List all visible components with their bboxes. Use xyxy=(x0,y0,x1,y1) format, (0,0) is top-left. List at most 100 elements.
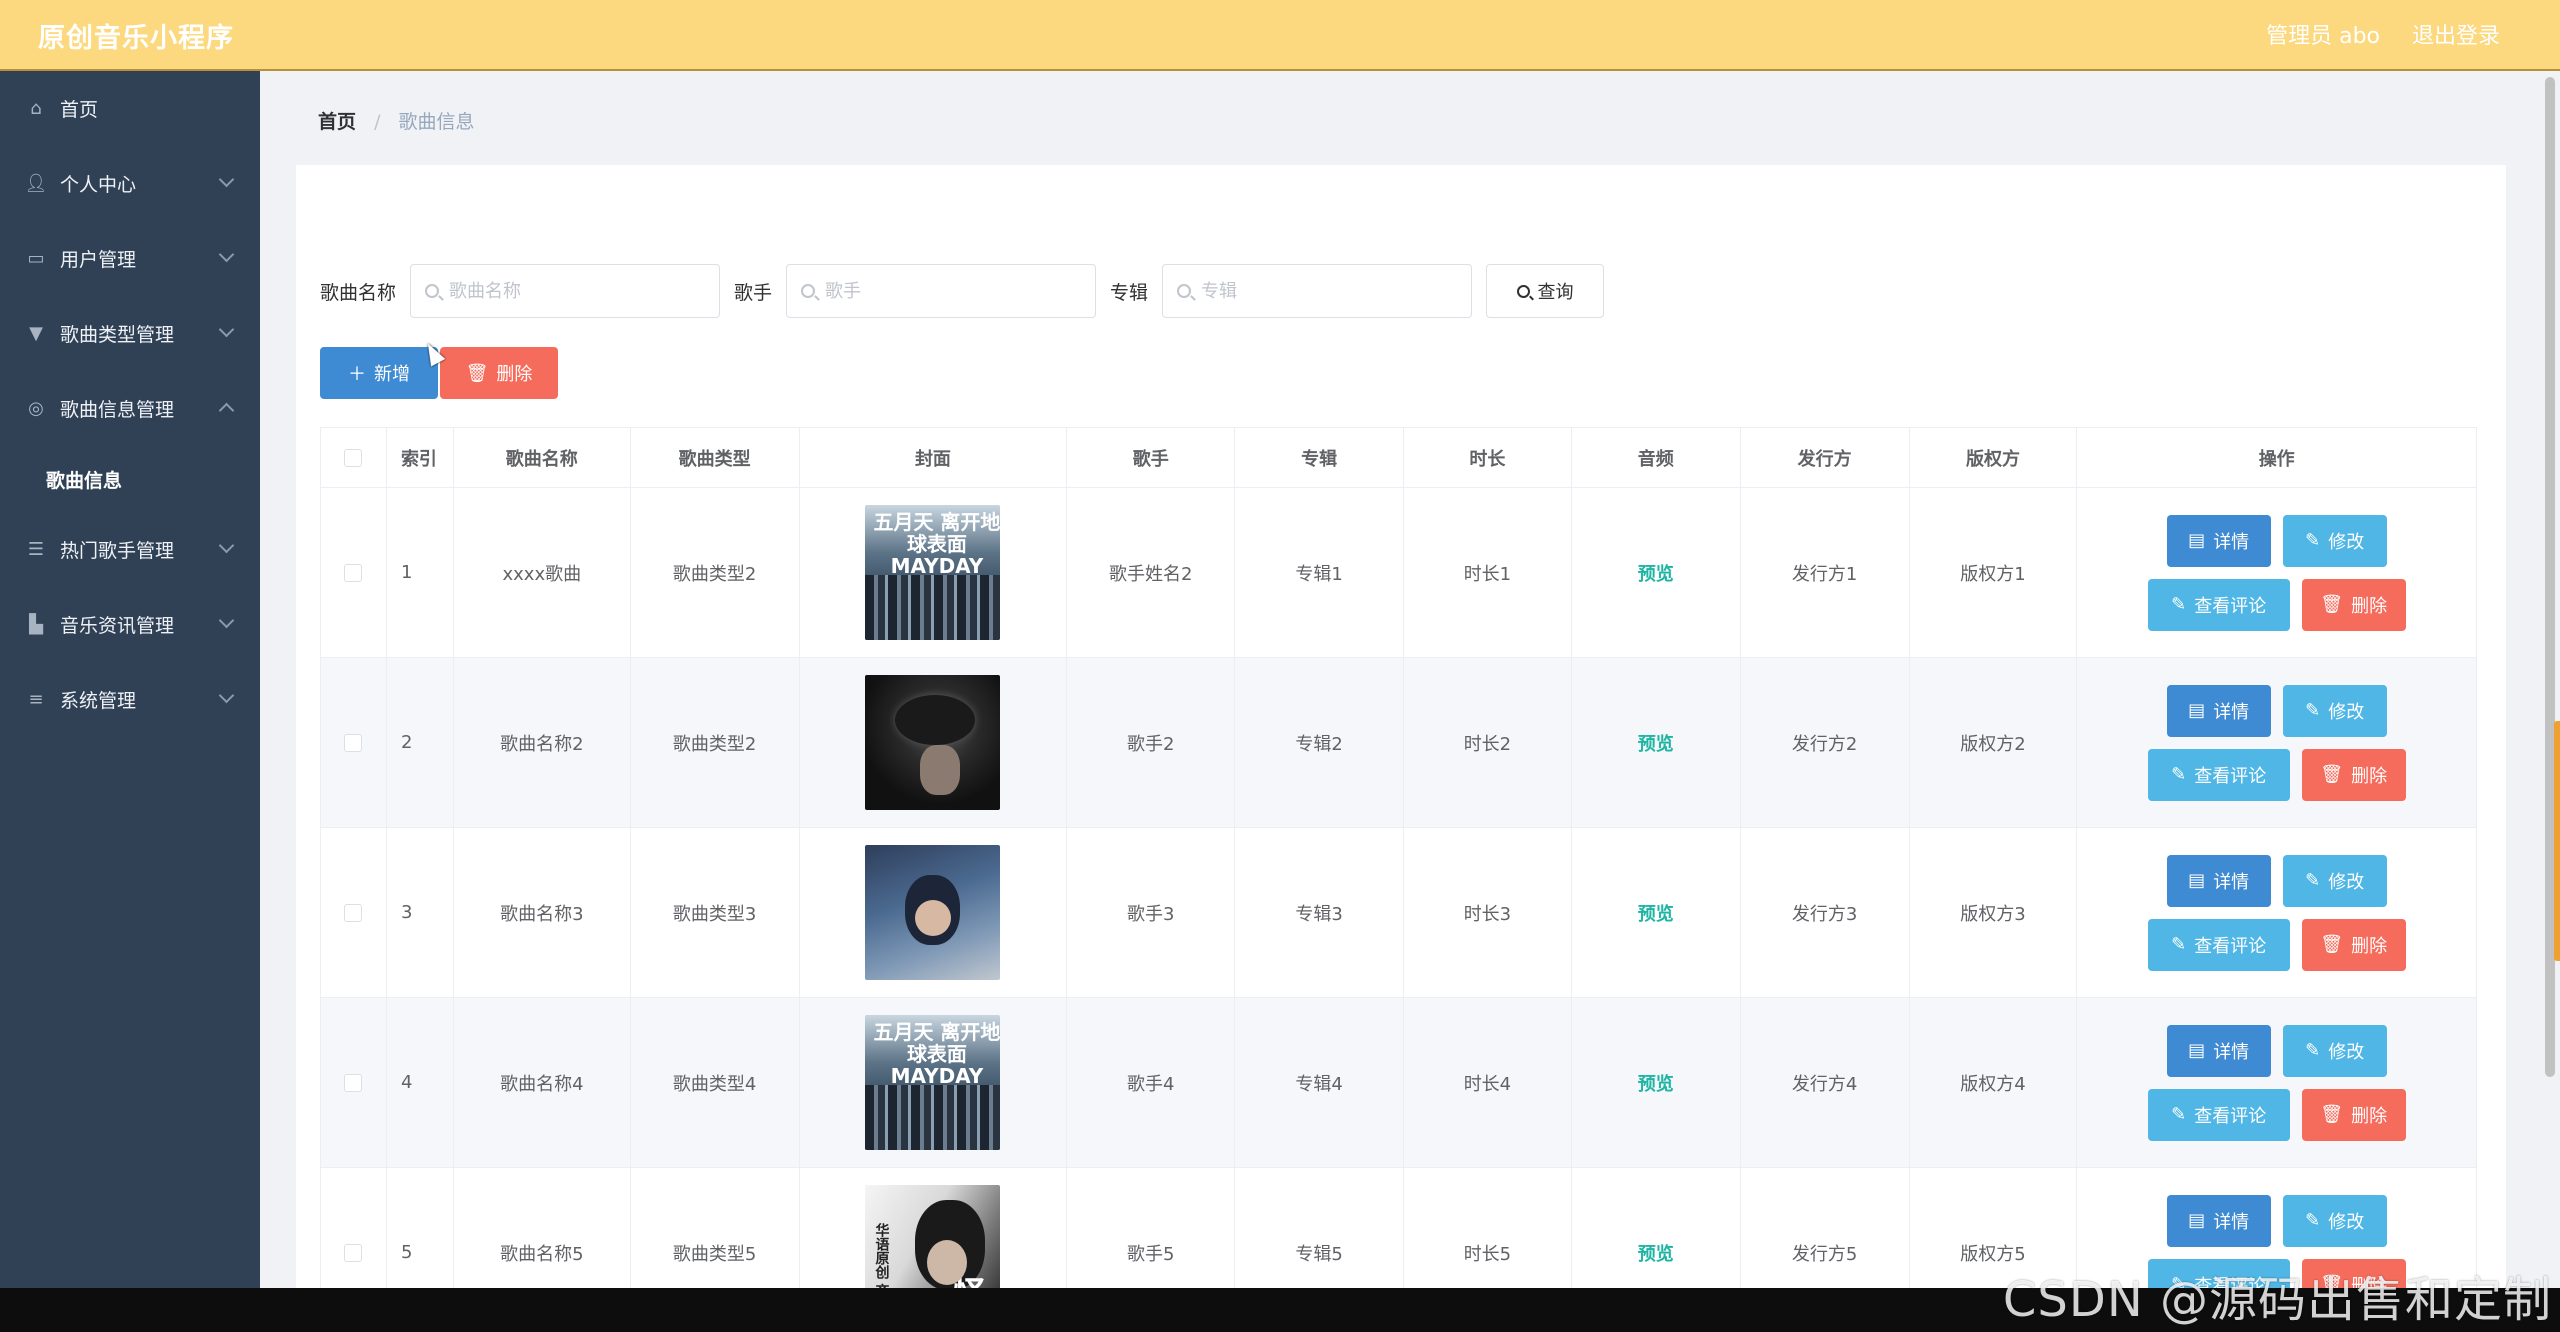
document-icon: ▤ xyxy=(2188,700,2206,721)
row-select-cell xyxy=(321,1168,387,1288)
view-reviews-button[interactable]: ✎ 查看评论 xyxy=(2147,578,2290,631)
delete-button[interactable]: 🗑︎ 删除 xyxy=(2301,1088,2406,1141)
row-singer: 歌手姓名2 xyxy=(1067,488,1236,657)
row-cover-cell: 华语原创 齐天怪 xyxy=(800,1168,1068,1288)
row-audio-cell: 预览 xyxy=(1572,1168,1741,1288)
table-row: 1 xxxx歌曲 歌曲类型2 五月天 离开地球表面 MAYDAY 歌手姓名2 专… xyxy=(321,488,2476,658)
row-song-type: 歌曲类型2 xyxy=(631,488,800,657)
cover-image[interactable]: 五月天 离开地球表面 MAYDAY xyxy=(865,1015,1001,1150)
side-tab-handle[interactable] xyxy=(2554,721,2560,961)
cover-image[interactable] xyxy=(865,845,1001,980)
edit-button[interactable]: ✎ 修改 xyxy=(2282,854,2387,907)
add-button[interactable]: ＋ 新增 xyxy=(320,347,438,399)
detail-button[interactable]: ▤ 详情 xyxy=(2166,684,2271,737)
edit-button[interactable]: ✎ 修改 xyxy=(2282,1194,2387,1247)
trash-icon: 🗑︎ xyxy=(2320,594,2344,615)
cover-image[interactable] xyxy=(865,675,1001,810)
view-reviews-button[interactable]: ✎ 查看评论 xyxy=(2147,748,2290,801)
sidebar-item-song-info[interactable]: ◎ 歌曲信息管理 xyxy=(0,371,260,446)
row-checkbox[interactable] xyxy=(344,1073,363,1092)
album-input[interactable] xyxy=(1201,280,1452,302)
detail-button[interactable]: ▤ 详情 xyxy=(2166,1194,2271,1247)
preview-link[interactable]: 预览 xyxy=(1638,900,1674,926)
watermark: CSDN @源码出售和定制 xyxy=(2002,1272,2552,1328)
query-button[interactable]: 查询 xyxy=(1486,264,1605,318)
song-name-input[interactable] xyxy=(449,280,700,302)
edit-button[interactable]: ✎ 修改 xyxy=(2282,514,2387,567)
edit-icon: ✎ xyxy=(2171,1104,2187,1125)
search-icon xyxy=(801,284,816,298)
cover-image[interactable]: 五月天 离开地球表面 MAYDAY xyxy=(865,505,1001,640)
singer-label: 歌手 xyxy=(734,281,773,304)
row-checkbox[interactable] xyxy=(344,1243,363,1262)
edit-button[interactable]: ✎ 修改 xyxy=(2282,684,2387,737)
singer-input[interactable] xyxy=(825,280,1076,302)
breadcrumb-home[interactable]: 首页 xyxy=(318,111,356,133)
menu-icon: ≡ xyxy=(28,689,44,710)
edit-icon: ✎ xyxy=(2305,530,2321,551)
edit-label: 修改 xyxy=(2328,701,2365,723)
sidebar-item-users[interactable]: ▭ 用户管理 xyxy=(0,221,260,296)
sidebar-item-label: 首页 xyxy=(60,99,99,121)
sidebar-item-music-news[interactable]: ▙ 音乐资讯管理 xyxy=(0,587,260,662)
row-album: 专辑1 xyxy=(1235,488,1404,657)
chevron-down-icon xyxy=(218,687,235,704)
edit-icon: ✎ xyxy=(2305,870,2321,891)
col-actions: 操作 xyxy=(2258,448,2295,470)
detail-button[interactable]: ▤ 详情 xyxy=(2166,1024,2271,1077)
detail-button[interactable]: ▤ 详情 xyxy=(2166,514,2271,567)
album-field[interactable] xyxy=(1162,264,1473,318)
cover-text: 五月天 离开地球表面 MAYDAY xyxy=(873,1020,1001,1088)
row-cover-cell: 五月天 离开地球表面 MAYDAY xyxy=(800,998,1068,1167)
delete-button[interactable]: 🗑︎ 删除 xyxy=(2301,918,2406,971)
sidebar-item-profile[interactable]: 👤︎ 个人中心 xyxy=(0,146,260,221)
row-index: 5 xyxy=(387,1168,454,1288)
preview-link[interactable]: 预览 xyxy=(1638,560,1674,586)
sidebar-item-song-types[interactable]: ▼ 歌曲类型管理 xyxy=(0,296,260,371)
edit-button[interactable]: ✎ 修改 xyxy=(2282,1024,2387,1077)
logout-link[interactable]: 退出登录 xyxy=(2412,18,2500,50)
sidebar-item-label: 个人中心 xyxy=(60,174,137,196)
row-actions: ▤ 详情 ✎ 修改 ✎ 查看评论 🗑︎ 删除 xyxy=(2077,488,2476,657)
row-audio-cell: 预览 xyxy=(1572,998,1741,1167)
sidebar-subitem-song-info[interactable]: 歌曲信息 xyxy=(0,446,260,512)
table-header: 索引 歌曲名称 歌曲类型 封面 歌手 专辑 时长 音频 发行方 版权方 操作 xyxy=(321,428,2476,488)
edit-icon: ✎ xyxy=(2171,934,2187,955)
row-select-cell xyxy=(321,658,387,827)
vertical-scrollbar[interactable] xyxy=(2540,71,2560,1288)
row-cover-cell: 五月天 离开地球表面 MAYDAY xyxy=(800,488,1068,657)
row-select-cell xyxy=(321,488,387,657)
sidebar-item-label: 音乐资讯管理 xyxy=(60,615,175,637)
batch-delete-button[interactable]: 🗑︎ 删除 xyxy=(440,347,558,399)
row-duration: 时长5 xyxy=(1404,1168,1572,1288)
song-name-field[interactable] xyxy=(410,264,721,318)
row-checkbox[interactable] xyxy=(344,903,363,922)
delete-button[interactable]: 🗑︎ 删除 xyxy=(2301,748,2406,801)
singer-field[interactable] xyxy=(786,264,1097,318)
view-reviews-button[interactable]: ✎ 查看评论 xyxy=(2147,1088,2290,1141)
edit-icon: ✎ xyxy=(2305,700,2321,721)
sidebar-item-hot-singers[interactable]: ☰ 热门歌手管理 xyxy=(0,512,260,587)
preview-link[interactable]: 预览 xyxy=(1638,730,1674,756)
row-checkbox[interactable] xyxy=(344,733,363,752)
delete-button[interactable]: 🗑︎ 删除 xyxy=(2301,578,2406,631)
chevron-down-icon xyxy=(218,171,235,188)
cover-image[interactable]: 华语原创 齐天怪 xyxy=(865,1185,1001,1288)
trash-icon: 🗑︎ xyxy=(2320,934,2344,955)
sidebar-item-home[interactable]: ⌂ 首页 xyxy=(0,71,260,146)
edit-icon: ✎ xyxy=(2305,1040,2321,1061)
view-reviews-button[interactable]: ✎ 查看评论 xyxy=(2147,918,2290,971)
preview-link[interactable]: 预览 xyxy=(1638,1240,1674,1266)
sidebar-item-label: 用户管理 xyxy=(60,249,137,271)
row-cover-cell xyxy=(800,828,1068,997)
select-all-checkbox[interactable] xyxy=(344,448,363,467)
row-checkbox[interactable] xyxy=(344,563,363,582)
thumb-icon: ▙ xyxy=(29,614,43,635)
cover-text: 华语原创 齐天 xyxy=(873,1223,890,1288)
col-song-name: 歌曲名称 xyxy=(454,428,631,487)
row-select-cell xyxy=(321,828,387,997)
preview-link[interactable]: 预览 xyxy=(1638,1070,1674,1096)
sidebar-item-system[interactable]: ≡ 系统管理 xyxy=(0,662,260,737)
detail-button[interactable]: ▤ 详情 xyxy=(2166,854,2271,907)
row-singer: 歌手4 xyxy=(1067,998,1236,1167)
